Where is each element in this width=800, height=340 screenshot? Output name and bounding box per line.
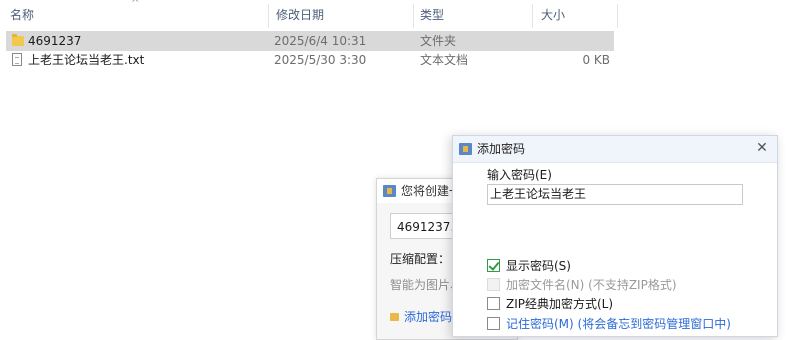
column-header-size[interactable]: 大小: [531, 0, 619, 30]
add-password-dialog: 添加密码 ✕ 输入密码(E) 上老王论坛当老王 显示密码(S) 加密文件名(N)…: [452, 135, 778, 337]
checkbox-icon[interactable]: [487, 317, 500, 330]
checkbox-label: 显示密码(S): [506, 259, 571, 273]
password-input[interactable]: 上老王论坛当老王: [487, 184, 743, 205]
folder-icon: [12, 34, 24, 46]
archive-app-icon: [459, 143, 472, 155]
file-name: 4691237: [28, 34, 82, 48]
checkbox-label: 记住密码(M) (将会备忘到密码管理窗口中): [506, 317, 731, 331]
column-header-date[interactable]: 修改日期: [266, 0, 414, 30]
archive-app-icon: [383, 185, 396, 197]
file-row-txt[interactable]: 上老王论坛当老王.txt 2025/5/30 3:30 文本文档 0 KB: [6, 50, 614, 70]
checkbox-label: ZIP经典加密方式(L): [506, 297, 614, 311]
file-name: 上老王论坛当老王.txt: [28, 53, 145, 67]
checkbox-label: 加密文件名(N) (不支持ZIP格式): [506, 278, 677, 292]
sort-ascending-icon: ^: [131, 0, 140, 9]
dialog-titlebar[interactable]: 添加密码 ✕: [453, 136, 777, 163]
checkbox-checked-icon[interactable]: [487, 259, 500, 272]
file-date: 2025/5/30 3:30: [274, 53, 367, 67]
file-type: 文件夹: [420, 34, 457, 48]
compress-config-label: 压缩配置：: [390, 252, 451, 266]
column-divider[interactable]: [617, 4, 618, 28]
close-icon[interactable]: ✕: [755, 140, 769, 156]
text-file-icon: [12, 53, 22, 66]
file-row-folder[interactable]: 4691237 2025/6/4 10:31 文件夹: [6, 31, 614, 51]
file-type: 文本文档: [420, 53, 469, 67]
checkbox-disabled-icon: [487, 278, 500, 291]
password-label: 输入密码(E): [487, 168, 552, 182]
add-password-label: 添加密码: [404, 310, 453, 324]
lock-icon: [390, 313, 399, 321]
column-header-bar: 名称 ^ 修改日期 类型 大小: [0, 0, 620, 30]
file-size: 0 KB: [582, 53, 610, 67]
file-date: 2025/6/4 10:31: [274, 34, 367, 48]
checkbox-icon[interactable]: [487, 297, 500, 310]
column-header-type[interactable]: 类型: [410, 0, 534, 30]
add-password-link[interactable]: 添加密码: [390, 307, 452, 327]
dialog-title: 添加密码: [477, 142, 526, 156]
